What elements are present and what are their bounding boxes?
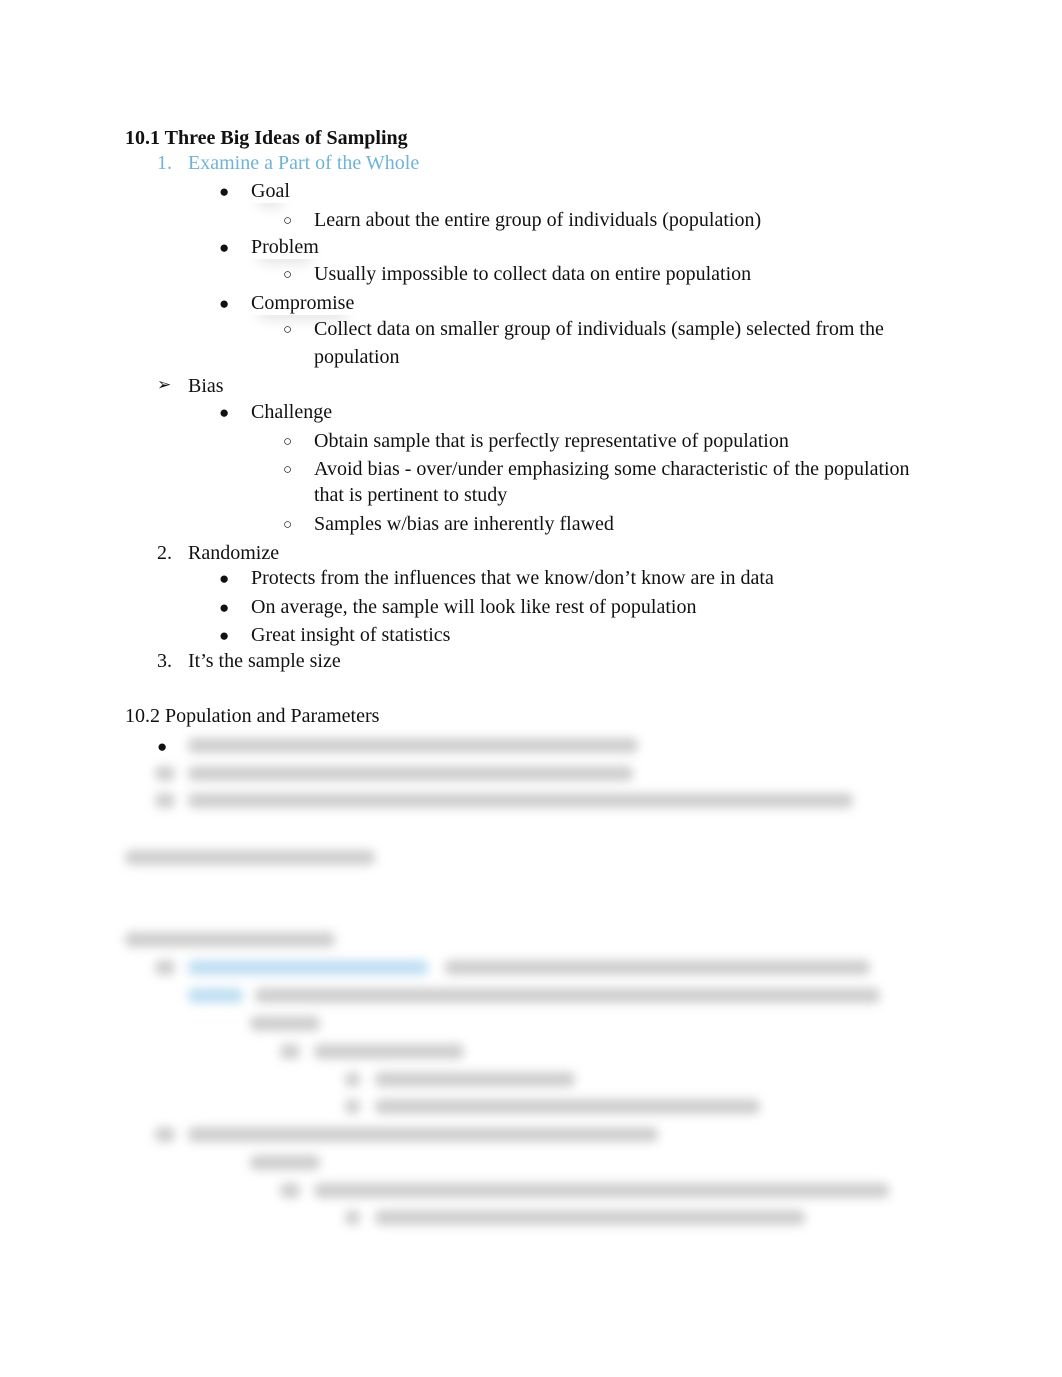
item-compromise: Compromise bbox=[251, 292, 355, 314]
blurred-line bbox=[188, 1127, 658, 1142]
arrow-bullet-icon: ➢ bbox=[157, 375, 172, 394]
blurred-heading bbox=[125, 932, 335, 947]
blurred-line bbox=[250, 1155, 320, 1170]
blurred-bullet bbox=[155, 766, 175, 781]
blurred-link bbox=[188, 960, 428, 975]
section-title-10-2: 10.2 Population and Parameters bbox=[125, 705, 380, 727]
idea-randomize: Randomize bbox=[188, 542, 280, 564]
circle-bullet-icon: ○ bbox=[283, 213, 293, 229]
circle-bullet-icon: ○ bbox=[283, 267, 293, 283]
item-goal-detail: Learn about the entire group of individu… bbox=[314, 209, 762, 231]
blurred-line bbox=[375, 1072, 575, 1087]
circle-bullet-icon: ○ bbox=[283, 434, 293, 450]
circle-bullet-icon: ○ bbox=[283, 462, 293, 478]
challenge-item: Obtain sample that is perfectly represen… bbox=[314, 430, 789, 452]
item-goal: Goal bbox=[251, 180, 290, 202]
bullet-icon: ● bbox=[219, 238, 230, 257]
item-problem: Problem bbox=[251, 236, 319, 258]
blurred-line bbox=[314, 1044, 464, 1059]
bullet-icon: ● bbox=[219, 626, 230, 645]
blurred-heading bbox=[125, 850, 375, 865]
item-challenge: Challenge bbox=[251, 401, 333, 423]
bullet-icon: ● bbox=[219, 598, 230, 617]
list-number-3: 3. bbox=[157, 650, 172, 672]
randomize-item: Protects from the influences that we kno… bbox=[251, 567, 774, 589]
bullet-icon: ● bbox=[219, 569, 230, 588]
item-problem-detail: Usually impossible to collect data on en… bbox=[314, 263, 752, 285]
blurred-bullet bbox=[345, 1099, 360, 1114]
blurred-line bbox=[445, 960, 870, 975]
blurred-bullet bbox=[155, 1127, 175, 1142]
challenge-item-cont: that is pertinent to study bbox=[314, 484, 508, 506]
blurred-line bbox=[255, 988, 880, 1003]
blurred-bullet bbox=[280, 1183, 300, 1198]
randomize-item: On average, the sample will look like re… bbox=[251, 596, 697, 618]
section-title-10-1: 10.1 Three Big Ideas of Sampling bbox=[125, 127, 408, 149]
blurred-bullet bbox=[345, 1072, 360, 1087]
blurred-line bbox=[375, 1099, 760, 1114]
blurred-link bbox=[188, 988, 243, 1003]
blurred-line bbox=[188, 766, 633, 781]
bullet-icon: ● bbox=[219, 182, 230, 201]
bullet-icon: ● bbox=[219, 294, 230, 313]
blurred-line bbox=[188, 793, 853, 808]
circle-bullet-icon: ○ bbox=[283, 517, 293, 533]
list-number-1: 1. bbox=[157, 152, 172, 174]
blurred-bullet bbox=[345, 1210, 360, 1225]
blurred-bullet bbox=[280, 1044, 300, 1059]
bullet-icon: ● bbox=[219, 403, 230, 422]
idea-sample-size: It’s the sample size bbox=[188, 650, 341, 672]
challenge-item: Avoid bias - over/under emphasizing some… bbox=[314, 458, 910, 480]
blurred-line bbox=[314, 1183, 889, 1198]
blurred-bullet bbox=[155, 960, 175, 975]
challenge-item: Samples w/bias are inherently flawed bbox=[314, 513, 614, 535]
blurred-line bbox=[250, 1016, 320, 1031]
blurred-bullet bbox=[155, 793, 175, 808]
randomize-item: Great insight of statistics bbox=[251, 624, 451, 646]
item-compromise-detail: Collect data on smaller group of individ… bbox=[314, 318, 884, 340]
blurred-line bbox=[375, 1210, 805, 1225]
item-compromise-detail-cont: population bbox=[314, 346, 400, 368]
bullet-icon: ● bbox=[157, 737, 168, 756]
circle-bullet-icon: ○ bbox=[283, 322, 293, 338]
item-bias: Bias bbox=[188, 375, 224, 397]
list-number-2: 2. bbox=[157, 542, 172, 564]
idea-examine-part: Examine a Part of the Whole bbox=[188, 152, 420, 174]
blurred-line bbox=[188, 738, 638, 753]
